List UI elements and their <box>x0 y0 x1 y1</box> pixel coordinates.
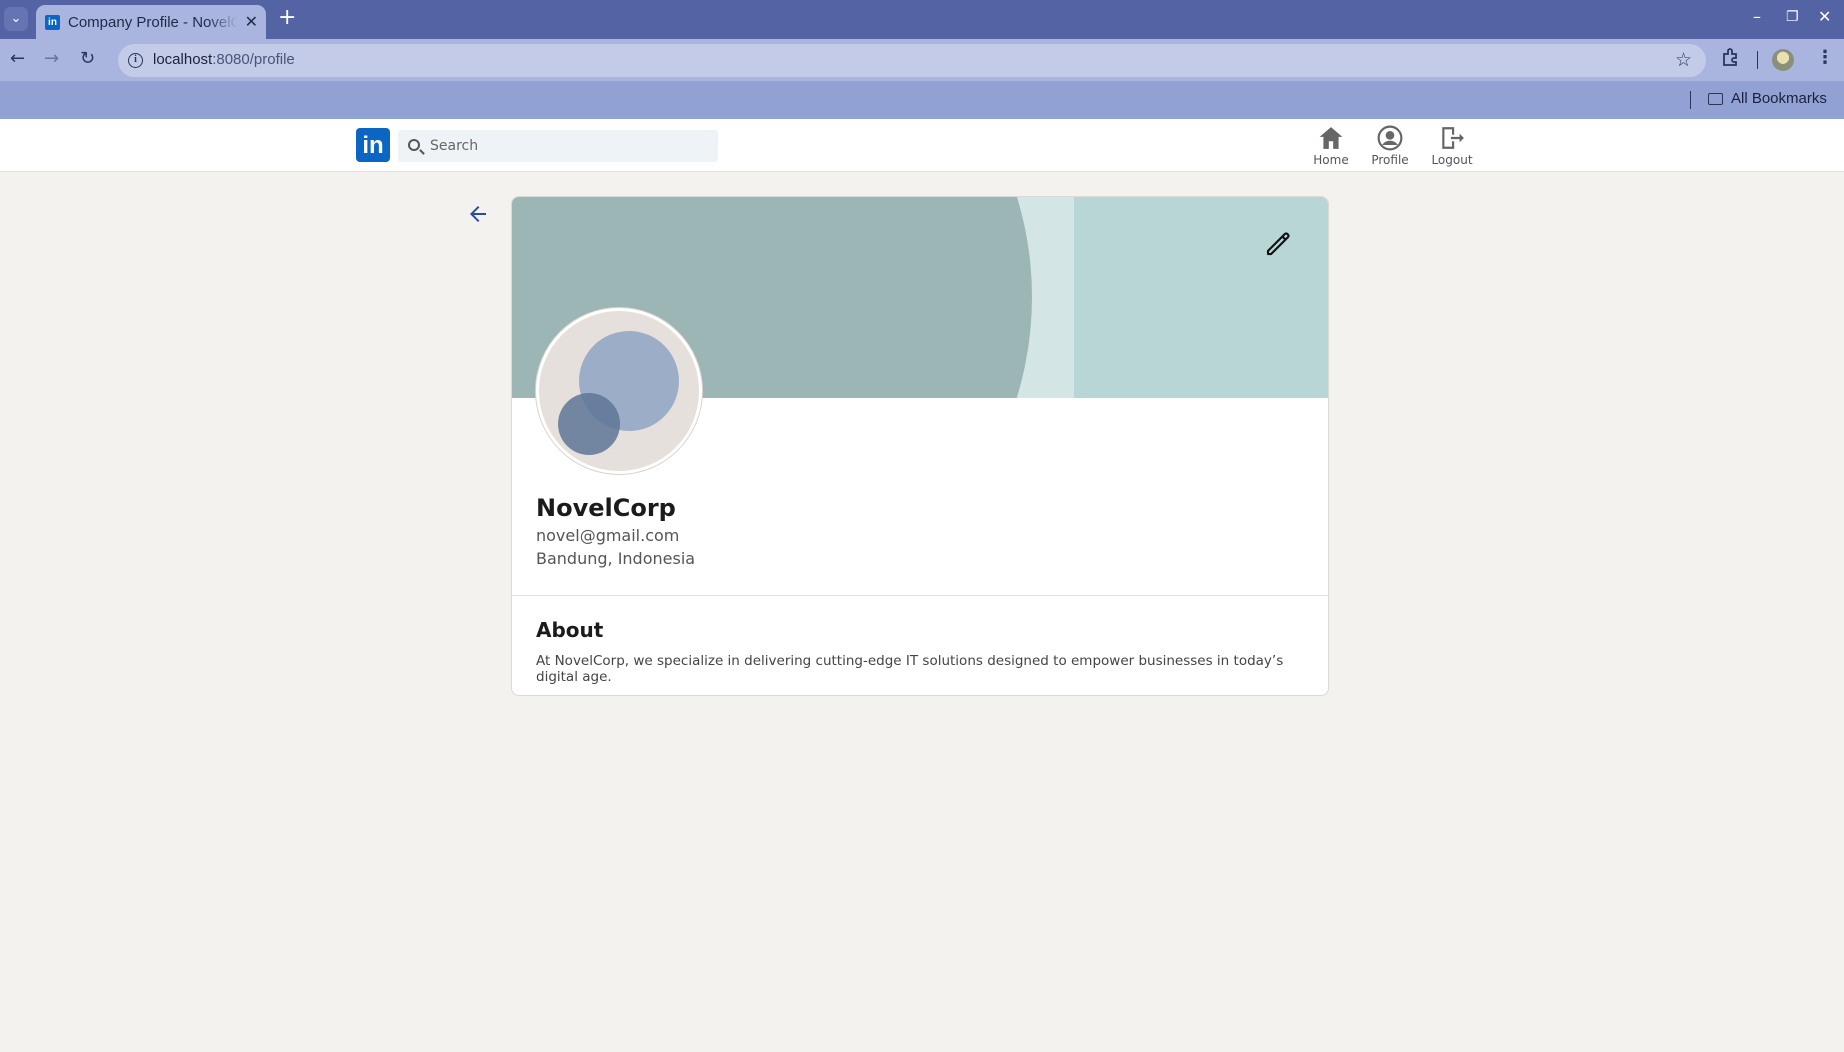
browser-tabstrip: ⌄ in Company Profile - NovelCorp ✕ + – ❐… <box>0 0 1844 39</box>
folder-icon[interactable] <box>1708 93 1723 105</box>
tab-title: Company Profile - NovelCorp <box>68 14 238 31</box>
bookmarks-bar: All Bookmarks <box>0 81 1844 119</box>
url-host: localhost <box>153 51 213 68</box>
url-text: localhost:8080/profile <box>153 51 295 68</box>
address-bar[interactable]: i localhost:8080/profile ☆ <box>118 44 1706 77</box>
star-icon[interactable]: ☆ <box>1675 49 1692 71</box>
nav-home-label: Home <box>1313 153 1349 167</box>
user-icon <box>1377 125 1403 151</box>
back-icon[interactable]: ← <box>10 49 25 69</box>
search-input[interactable] <box>430 130 710 162</box>
about-heading: About <box>536 618 604 642</box>
bookmarks-separator <box>1690 91 1691 109</box>
edit-icon[interactable] <box>1263 229 1293 259</box>
reload-icon[interactable]: ↻ <box>80 49 95 69</box>
linkedin-logo[interactable]: in <box>356 128 390 162</box>
restore-icon[interactable]: ❐ <box>1786 7 1799 27</box>
search-icon <box>408 139 420 151</box>
all-bookmarks-link[interactable]: All Bookmarks <box>1731 90 1827 107</box>
forward-icon[interactable]: → <box>44 49 59 69</box>
info-icon[interactable]: i <box>128 53 143 68</box>
site-header: in Home Profile Logout <box>0 119 1844 172</box>
window-close-icon[interactable]: ✕ <box>1818 7 1831 27</box>
nav-logout[interactable]: Logout <box>1422 125 1482 167</box>
nav-profile[interactable]: Profile <box>1360 125 1420 167</box>
menu-icon[interactable]: ⋮ <box>1816 47 1834 69</box>
tab-list-icon[interactable]: ⌄ <box>4 7 28 31</box>
minimize-icon[interactable]: – <box>1753 7 1761 27</box>
toolbar-separator <box>1757 51 1758 69</box>
logout-icon <box>1442 127 1464 149</box>
section-divider <box>512 595 1328 596</box>
browser-tab[interactable]: in Company Profile - NovelCorp ✕ <box>36 5 266 39</box>
about-text: At NovelCorp, we specialize in deliverin… <box>536 653 1284 685</box>
close-icon[interactable]: ✕ <box>245 13 258 31</box>
browser-toolbar: ← → ↻ i localhost:8080/profile ☆ ⋮ <box>0 39 1844 81</box>
nav-profile-label: Profile <box>1371 153 1409 167</box>
home-icon <box>1319 127 1343 149</box>
extensions-icon[interactable] <box>1721 47 1741 73</box>
company-location: Bandung, Indonesia <box>536 549 696 568</box>
back-arrow-icon[interactable] <box>466 202 490 226</box>
company-avatar <box>536 308 702 474</box>
profile-card: NovelCorp novel@gmail.com Bandung, Indon… <box>511 196 1329 696</box>
profile-avatar-icon[interactable] <box>1772 49 1794 71</box>
nav-home[interactable]: Home <box>1301 125 1361 167</box>
plus-icon[interactable]: + <box>278 7 296 29</box>
avatar-shape-small <box>558 393 620 455</box>
tab-favicon: in <box>45 15 60 30</box>
nav-logout-label: Logout <box>1431 153 1473 167</box>
company-name: NovelCorp <box>536 494 676 522</box>
url-path: :8080/profile <box>212 51 295 68</box>
company-email: novel@gmail.com <box>536 526 680 545</box>
search-box <box>398 130 718 162</box>
